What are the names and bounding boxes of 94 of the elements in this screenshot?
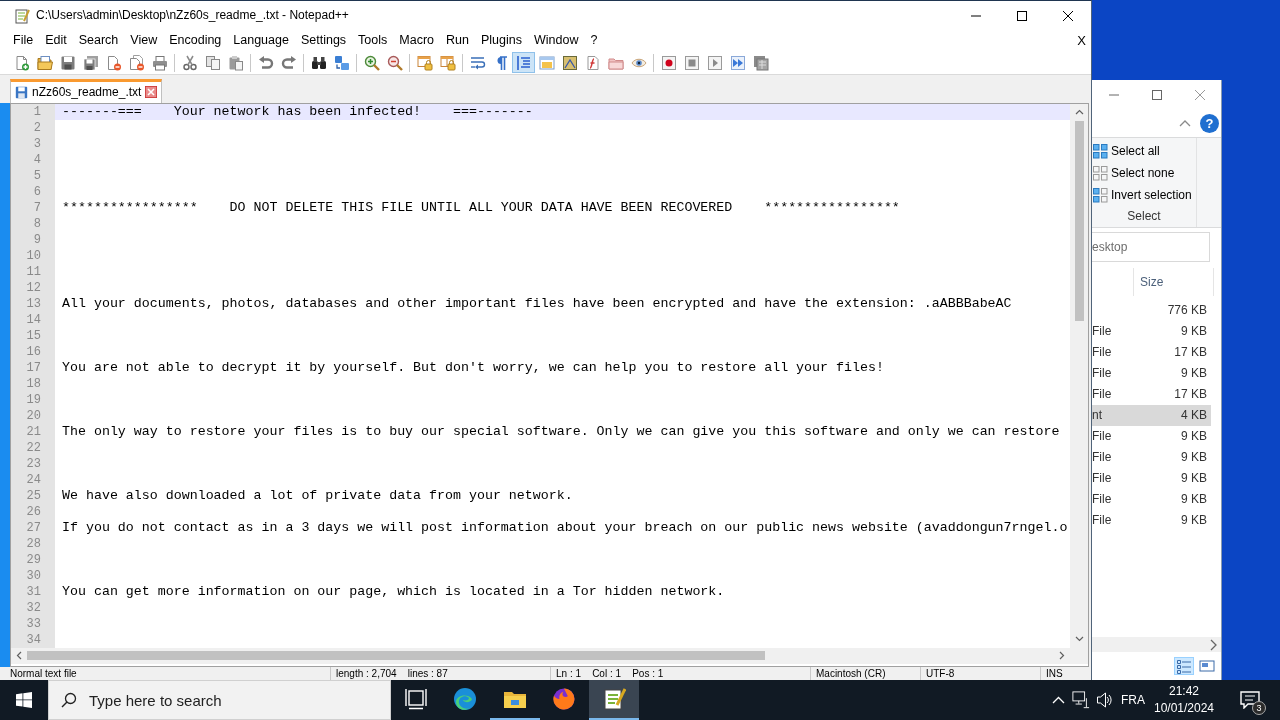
menu-item[interactable]: File: [7, 33, 40, 49]
close-document-button[interactable]: X: [1077, 33, 1086, 49]
help-button[interactable]: ?: [1200, 114, 1219, 133]
file-size: 9 KB: [1181, 324, 1207, 339]
file-size: 4 KB: [1181, 408, 1207, 423]
file-row[interactable]: 776 KB: [1092, 300, 1211, 321]
menu-item[interactable]: Macro: [393, 33, 441, 49]
window-title: C:\Users\admin\Desktop\nZz60s_readme_.txt - Notepad++: [36, 8, 350, 23]
file-type: File: [1092, 429, 1112, 444]
speech-bubble-icon[interactable]: [1240, 691, 1260, 709]
document-tab[interactable]: nZz60s_readme_.txt: [10, 78, 163, 103]
filled-grid-icon: [1092, 143, 1108, 159]
file-row[interactable]: File 9 KB: [1092, 447, 1211, 468]
select-action[interactable]: Select all: [1092, 140, 1196, 162]
file-size: 9 KB: [1181, 450, 1207, 465]
search-field[interactable]: esktop: [1092, 232, 1210, 262]
four-panes-icon[interactable]: [16, 692, 32, 708]
text-line: You are not able to decrypt it by yourself. But don't worry, we can help you to restore all your files!: [62, 359, 884, 375]
clock-date[interactable]: 10/01/2024: [1153, 700, 1215, 717]
scrollbar-thumb[interactable]: [1074, 120, 1084, 321]
select-action[interactable]: Select none: [1092, 162, 1196, 184]
horizontal-scrollbar[interactable]: [1092, 637, 1221, 652]
menu-item[interactable]: Search: [72, 33, 125, 49]
text-line: We have also downloaded a lot of private data from your network.: [62, 487, 573, 503]
indent-guide-icon[interactable]: [512, 52, 535, 74]
maximize-icon[interactable]: [1017, 10, 1027, 21]
file-type: File: [1092, 513, 1112, 528]
details-view-icon[interactable]: [1174, 657, 1194, 675]
language-indicator[interactable]: FRA: [1116, 692, 1150, 708]
notification-badge: 3: [1252, 701, 1266, 715]
file-row[interactable]: File 9 KB: [1092, 468, 1211, 489]
file-type: File: [1092, 366, 1112, 381]
file-size: 9 KB: [1181, 492, 1207, 507]
menu-item[interactable]: Window: [527, 33, 585, 49]
file-row[interactable]: File 17 KB: [1092, 342, 1211, 363]
search-icon: [61, 692, 77, 708]
file-size: 776 KB: [1167, 303, 1207, 318]
scrollbar-thumb[interactable]: [27, 651, 765, 661]
file-size: 9 KB: [1181, 366, 1207, 381]
file-row[interactable]: File 9 KB: [1092, 489, 1211, 510]
file-size: 9 KB: [1181, 513, 1207, 528]
notepad-icon[interactable]: [589, 680, 639, 720]
file-row[interactable]: File 9 KB: [1092, 426, 1211, 447]
menu-item[interactable]: Language: [227, 33, 295, 49]
file-row[interactable]: File 9 KB: [1092, 510, 1211, 531]
notepad-icon: [14, 7, 30, 24]
chevron-right-icon[interactable]: [1210, 638, 1217, 651]
speaker-icon[interactable]: [1096, 691, 1112, 709]
file-type: File: [1092, 471, 1112, 486]
file-size: 9 KB: [1181, 429, 1207, 444]
clock-time[interactable]: 21:42: [1169, 683, 1199, 700]
file-type: File: [1092, 345, 1112, 360]
vertical-scrollbar[interactable]: [1070, 103, 1088, 648]
file-type: File: [1092, 492, 1112, 507]
chevron-down-icon[interactable]: [1074, 636, 1084, 643]
search-field[interactable]: Type here to search: [48, 680, 391, 720]
line-number: 1: [11, 103, 55, 120]
horizontal-scrollbar[interactable]: [11, 647, 1070, 664]
file-size: 17 KB: [1174, 387, 1207, 402]
menu-item[interactable]: Plugins: [474, 33, 528, 49]
file-row[interactable]: File 17 KB: [1092, 384, 1211, 405]
group-label: Select: [1126, 208, 1162, 225]
menu-item[interactable]: Edit: [39, 33, 73, 49]
file-row[interactable]: File 9 KB: [1092, 321, 1211, 342]
file-size: 17 KB: [1174, 345, 1207, 360]
file-size: 9 KB: [1181, 471, 1207, 486]
select-action[interactable]: Invert selection: [1092, 184, 1196, 206]
large-icons-view-icon[interactable]: [1197, 657, 1217, 675]
chevron-left-icon[interactable]: [16, 651, 22, 661]
menu-item[interactable]: Settings: [294, 33, 353, 49]
text-line: -------=== Your network has been infected! ===-------: [62, 103, 533, 119]
menu-item[interactable]: View: [124, 33, 164, 49]
close-icon[interactable]: [1063, 10, 1073, 21]
menu-item[interactable]: Run: [440, 33, 475, 49]
chevron-right-icon[interactable]: [1059, 651, 1065, 661]
menu-item[interactable]: Encoding: [163, 33, 228, 49]
empty-grid-icon: [1092, 165, 1108, 181]
column-header[interactable]: Size: [1134, 268, 1214, 296]
text-line: ***************** DO NOT DELETE THIS FILE UNTIL ALL YOUR DATA HAVE BEEN RECOVERED *****************: [62, 199, 900, 215]
text-line: You can get more information on our page, which is located in a Tor hidden network.: [62, 583, 725, 599]
file-row[interactable]: nt 4 KB: [1092, 405, 1211, 426]
menu-item[interactable]: Tools: [352, 33, 394, 49]
file-type: File: [1092, 450, 1112, 465]
file-type: File: [1092, 387, 1112, 402]
mixed-grid-icon: [1092, 187, 1108, 203]
text-line: The only way to restore your files is to buy our special software. Only we can give you this software and only we can restore: [62, 423, 1060, 439]
document-type: Normal text file: [10, 667, 78, 680]
text-line: All your documents, photos, databases and other important files have been encrypted and have the extension: .aABBBabeAC: [62, 295, 1012, 311]
menu-item[interactable]: ?: [584, 33, 604, 49]
file-row[interactable]: File 9 KB: [1092, 363, 1211, 384]
file-type: File: [1092, 324, 1112, 339]
file-type: nt: [1092, 408, 1102, 423]
text-line: If you do not contact as in a 3 days we will post information about your breach on our public news website (avaddongun7rngel.o: [62, 519, 1068, 535]
network-icon[interactable]: [1072, 691, 1090, 709]
